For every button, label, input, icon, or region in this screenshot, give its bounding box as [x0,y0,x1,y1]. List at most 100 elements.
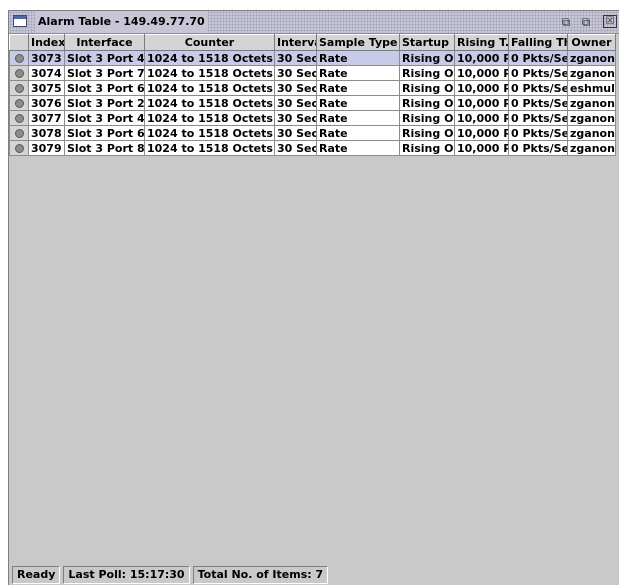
cell-owner: zganon ... [567,125,616,141]
cell-counter: 1024 to 1518 Octets [144,80,275,96]
cell-owner: zganon ... [567,110,616,126]
cell-index: 3077 [28,110,65,126]
cell-startup: Rising O... [399,140,455,156]
cell-sample-type: Rate [316,65,400,81]
cell-owner: zganon ... [567,95,616,111]
status-cell [9,125,29,141]
close-icon[interactable]: ☒ [603,15,617,28]
column-header-owner[interactable]: Owner [567,34,616,51]
cell-interface: Slot 3 Port 4 [64,110,145,126]
cell-owner: zganon ... [567,50,616,66]
cell-startup: Rising O... [399,95,455,111]
cell-interface: Slot 3 Port 8 [64,140,145,156]
cell-falling-threshold: 0 Pkts/Sec [508,50,568,66]
status-last-poll: Last Poll: 15:17:30 [63,566,190,584]
alarm-table-window: Alarm Table - 149.49.77.70 ⧉ ⧉ ☒ Index I… [8,10,619,585]
cell-index: 3076 [28,95,65,111]
table-row[interactable]: 3078 Slot 3 Port 6 1024 to 1518 Octets 3… [9,125,616,141]
column-header-falling-threshold[interactable]: Falling Th... [508,34,568,51]
cell-startup: Rising O... [399,125,455,141]
table-row[interactable]: 3076 Slot 3 Port 2 1024 to 1518 Octets 3… [9,95,616,111]
cell-index: 3073 [28,50,65,66]
cell-interface: Slot 3 Port 6 [64,80,145,96]
cell-counter: 1024 to 1518 Octets [144,140,275,156]
cell-startup: Rising O... [399,65,455,81]
column-header-interval[interactable]: Interval [274,34,317,51]
status-cell [9,50,29,66]
status-dot-icon [14,84,24,93]
column-header-sample-type[interactable]: Sample Type [316,34,400,51]
cell-interface: Slot 3 Port 6 [64,125,145,141]
status-cell [9,140,29,156]
status-cell [9,110,29,126]
cell-startup: Rising O... [399,110,455,126]
status-cell [9,80,29,96]
cell-sample-type: Rate [316,80,400,96]
status-dot-icon [14,99,24,108]
cell-index: 3078 [28,125,65,141]
cell-falling-threshold: 0 Pkts/Sec [508,125,568,141]
cell-sample-type: Rate [316,110,400,126]
cell-rising-threshold: 10,000 P... [454,65,509,81]
cell-index: 3074 [28,65,65,81]
cell-startup: Rising O... [399,80,455,96]
cell-interface: Slot 3 Port 7 [64,65,145,81]
cell-sample-type: Rate [316,140,400,156]
cell-index: 3075 [28,80,65,96]
maximize-icon[interactable]: ⧉ [579,15,593,28]
cell-falling-threshold: 0 Pkts/Sec [508,80,568,96]
cell-owner: eshmul ... [567,80,616,96]
status-dot-icon [14,144,24,153]
cell-counter: 1024 to 1518 Octets [144,50,275,66]
cell-rising-threshold: 10,000 P... [454,95,509,111]
cell-rising-threshold: 10,000 P... [454,50,509,66]
cell-interval: 30 Sec [274,65,317,81]
cell-owner: zganon ... [567,140,616,156]
cell-counter: 1024 to 1518 Octets [144,125,275,141]
column-header-startup[interactable]: Startup ... [399,34,455,51]
cell-sample-type: Rate [316,95,400,111]
cell-counter: 1024 to 1518 Octets [144,110,275,126]
status-dot-icon [14,54,24,63]
status-cell [9,65,29,81]
cell-interface: Slot 3 Port 2 [64,95,145,111]
table-row[interactable]: 3079 Slot 3 Port 8 1024 to 1518 Octets 3… [9,140,616,156]
column-header-state[interactable] [9,34,29,51]
cell-interval: 30 Sec [274,140,317,156]
cell-interval: 30 Sec [274,110,317,126]
table-row[interactable]: 3075 Slot 3 Port 6 1024 to 1518 Octets 3… [9,80,616,96]
column-header-interface[interactable]: Interface [64,34,145,51]
window-title: Alarm Table - 149.49.77.70 [35,11,208,33]
column-header-rising-threshold[interactable]: Rising T... [454,34,509,51]
cell-rising-threshold: 10,000 P... [454,110,509,126]
restore-icon[interactable]: ⧉ [559,15,573,28]
status-bar: Ready Last Poll: 15:17:30 Total No. of I… [9,565,619,585]
table-row[interactable]: 3074 Slot 3 Port 7 1024 to 1518 Octets 3… [9,65,616,81]
column-header-counter[interactable]: Counter [144,34,275,51]
alarm-table: Index Interface Counter Interval Sample … [9,34,616,156]
cell-startup: Rising O... [399,50,455,66]
title-bar[interactable]: Alarm Table - 149.49.77.70 ⧉ ⧉ ☒ [9,11,619,34]
status-dot-icon [14,69,24,78]
cell-interval: 30 Sec [274,80,317,96]
status-cell [9,95,29,111]
cell-interface: Slot 3 Port 4 [64,50,145,66]
table-row[interactable]: 3073 Slot 3 Port 4 1024 to 1518 Octets 3… [9,50,616,66]
cell-falling-threshold: 0 Pkts/Sec [508,110,568,126]
status-dot-icon [14,114,24,123]
cell-falling-threshold: 0 Pkts/Sec [508,65,568,81]
column-header-index[interactable]: Index [28,34,65,51]
cell-interval: 30 Sec [274,50,317,66]
cell-rising-threshold: 10,000 P... [454,125,509,141]
status-total-items: Total No. of Items: 7 [192,566,329,584]
cell-falling-threshold: 0 Pkts/Sec [508,140,568,156]
cell-sample-type: Rate [316,125,400,141]
cell-counter: 1024 to 1518 Octets [144,95,275,111]
table-header-row: Index Interface Counter Interval Sample … [9,34,616,51]
cell-index: 3079 [28,140,65,156]
cell-interval: 30 Sec [274,95,317,111]
cell-owner: zganon ... [567,65,616,81]
status-ready: Ready [12,566,61,584]
cell-counter: 1024 to 1518 Octets [144,65,275,81]
table-row[interactable]: 3077 Slot 3 Port 4 1024 to 1518 Octets 3… [9,110,616,126]
